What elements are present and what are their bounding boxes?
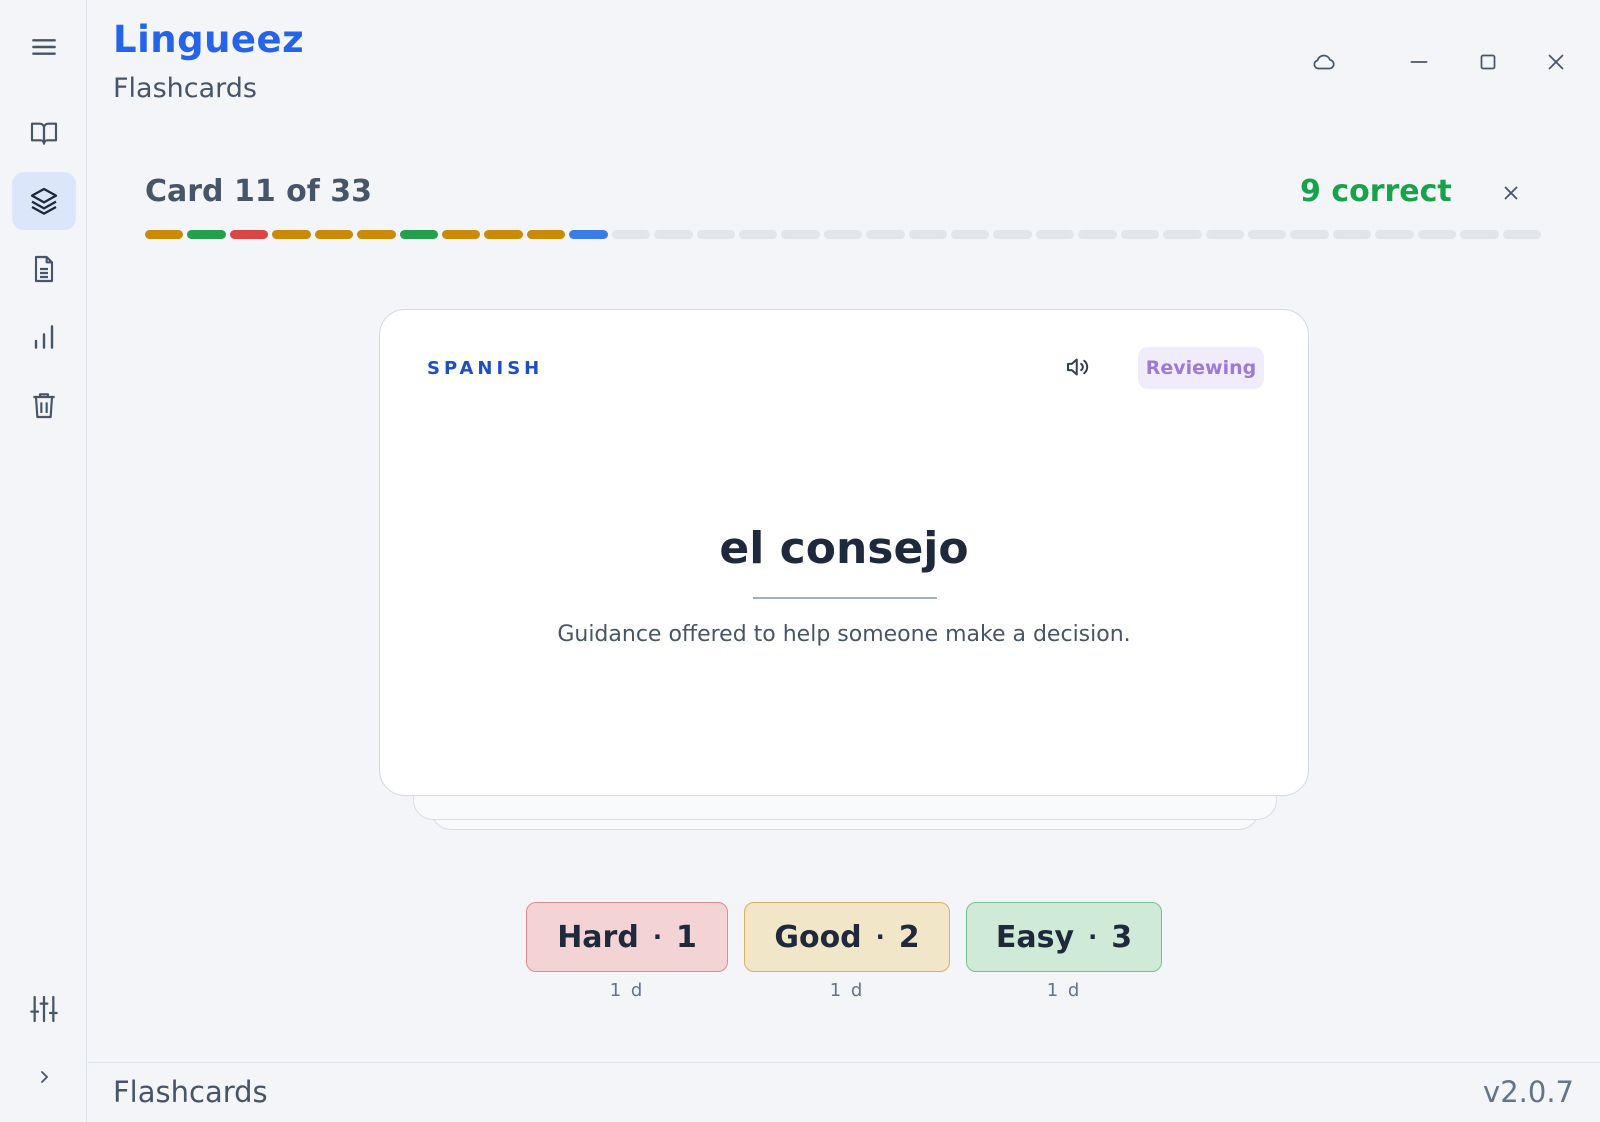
progress-segment xyxy=(399,230,438,239)
progress-segment xyxy=(823,230,863,239)
flashcard[interactable]: SPANISH Reviewing el consejo Guidance of… xyxy=(379,309,1309,796)
progress-segment xyxy=(696,230,735,239)
progress-segment xyxy=(1417,230,1457,239)
footer-section-label: Flashcards xyxy=(113,1075,268,1109)
sidebar-item-flashcards[interactable] xyxy=(12,172,76,230)
progress-segment xyxy=(1290,230,1329,239)
progress-segment xyxy=(1035,230,1075,239)
separator-dot: · xyxy=(1088,923,1098,951)
progress-segment xyxy=(781,230,820,239)
progress-segment xyxy=(611,230,651,239)
good-label: Good xyxy=(774,919,862,955)
status-badge: Reviewing xyxy=(1138,347,1264,389)
progress-segment xyxy=(526,230,566,239)
progress-segment xyxy=(1163,230,1202,239)
sidebar-item-stats[interactable] xyxy=(12,308,76,366)
settings-button[interactable] xyxy=(12,980,76,1038)
minimize-icon xyxy=(1410,61,1428,63)
progress-segment xyxy=(314,230,354,239)
card-definition: Guidance offered to help someone make a … xyxy=(557,622,1131,647)
maximize-button[interactable] xyxy=(1470,44,1506,80)
progress-segment xyxy=(229,230,269,239)
page-title: Flashcards xyxy=(113,73,257,104)
sidebar xyxy=(0,0,87,1122)
card-divider xyxy=(753,597,937,599)
progress-segment xyxy=(484,230,523,239)
easy-shortcut: 3 xyxy=(1111,919,1133,955)
correct-count: 9 correct xyxy=(1300,174,1452,209)
speaker-icon xyxy=(1067,358,1089,376)
progress-segment xyxy=(738,230,778,239)
hard-button[interactable]: Hard · 1 xyxy=(526,902,728,972)
progress-segment xyxy=(569,230,608,239)
progress-segment xyxy=(145,230,184,239)
layers-icon xyxy=(30,187,58,215)
card-language: SPANISH xyxy=(427,358,544,379)
progress-segment xyxy=(1205,230,1245,239)
progress-segment xyxy=(908,230,948,239)
progress-segment xyxy=(357,230,396,239)
session-progress-bar xyxy=(145,230,1545,240)
good-shortcut: 2 xyxy=(898,919,920,955)
easy-interval: 1 d xyxy=(1046,980,1082,1001)
progress-segment xyxy=(1460,230,1499,239)
progress-segment xyxy=(993,230,1032,239)
hard-label: Hard xyxy=(557,919,639,955)
progress-segment xyxy=(1332,230,1372,239)
expand-sidebar-button[interactable] xyxy=(12,1048,76,1106)
sidebar-item-trash[interactable] xyxy=(12,376,76,434)
end-session-button[interactable] xyxy=(1496,178,1526,208)
maximize-icon xyxy=(1480,54,1496,70)
menu-button[interactable] xyxy=(12,18,76,76)
good-button[interactable]: Good · 2 xyxy=(744,902,950,972)
progress-segment xyxy=(441,230,481,239)
bar-chart-icon xyxy=(34,325,54,349)
progress-segment xyxy=(654,230,693,239)
chevron-right-icon xyxy=(41,1071,49,1083)
close-icon xyxy=(1548,54,1564,70)
play-audio-button[interactable] xyxy=(1063,352,1093,382)
easy-button[interactable]: Easy · 3 xyxy=(966,902,1162,972)
progress-segment xyxy=(1375,230,1414,239)
progress-segment xyxy=(951,230,990,239)
easy-label: Easy xyxy=(995,919,1075,955)
close-icon xyxy=(1504,186,1518,200)
progress-segment xyxy=(1078,230,1117,239)
sync-button[interactable] xyxy=(1306,44,1342,80)
app-title: Lingueez xyxy=(113,18,305,61)
sidebar-item-library[interactable] xyxy=(12,104,76,162)
close-window-button[interactable] xyxy=(1538,44,1574,80)
sidebar-item-notes[interactable] xyxy=(12,240,76,298)
status-bar: Flashcards v2.0.7 xyxy=(88,1062,1600,1122)
progress-segment xyxy=(866,230,905,239)
app-version: v2.0.7 xyxy=(1483,1075,1574,1109)
good-interval: 1 d xyxy=(829,980,865,1001)
progress-segment xyxy=(187,230,226,239)
separator-dot: · xyxy=(652,923,662,951)
card-term: el consejo xyxy=(719,523,969,574)
separator-dot: · xyxy=(875,923,885,951)
card-counter: Card 11 of 33 xyxy=(145,174,373,209)
progress-segment xyxy=(1502,230,1541,239)
progress-segment xyxy=(1248,230,1287,239)
progress-segment xyxy=(1120,230,1160,239)
sliders-icon xyxy=(30,995,58,1023)
hamburger-icon xyxy=(32,39,56,55)
document-icon xyxy=(34,255,54,283)
hard-shortcut: 1 xyxy=(675,919,697,955)
cloud-icon xyxy=(1313,54,1335,70)
trash-icon xyxy=(33,393,55,419)
hard-interval: 1 d xyxy=(609,980,645,1001)
minimize-button[interactable] xyxy=(1401,44,1437,80)
book-open-icon xyxy=(30,122,58,145)
progress-segment xyxy=(272,230,311,239)
